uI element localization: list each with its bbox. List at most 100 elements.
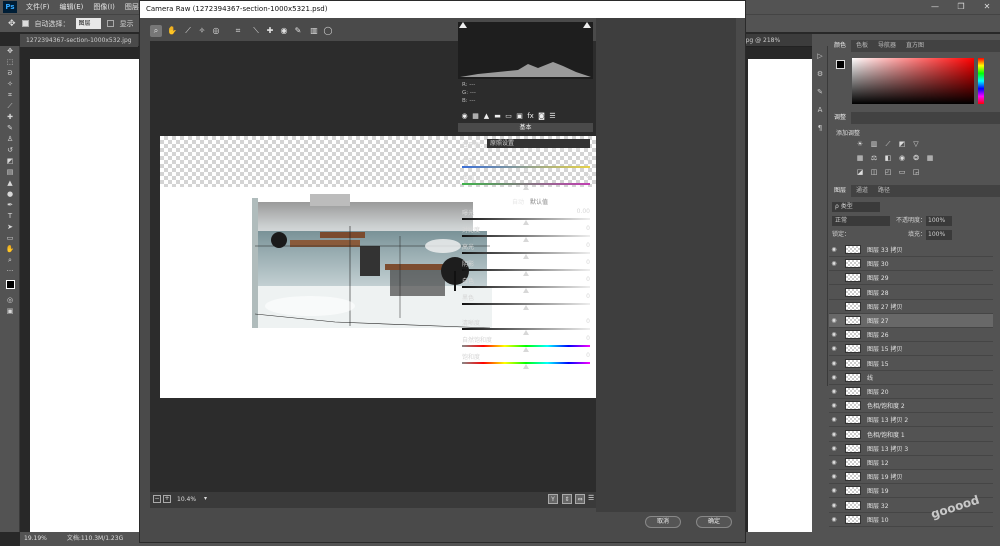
screen-mode-icon[interactable]: ▣: [0, 306, 20, 317]
slider-value[interactable]: 0: [560, 173, 590, 180]
eraser-icon[interactable]: ◩: [0, 156, 20, 167]
layer-row[interactable]: 图层 28: [829, 286, 993, 300]
swap-settings-icon[interactable]: ⇕: [562, 494, 572, 504]
slider-thumb[interactable]: [523, 237, 529, 242]
layer-row[interactable]: 图层 29: [829, 271, 993, 286]
quick-mask-icon[interactable]: ◎: [0, 295, 20, 306]
slider-value[interactable]: 0: [560, 293, 590, 300]
hue-saturation-icon[interactable]: ▦: [856, 154, 864, 162]
visibility-eye-icon[interactable]: ◉: [829, 487, 839, 494]
layer-row[interactable]: ◉ 图层 13 拷贝 3: [829, 442, 993, 456]
properties-icon[interactable]: ⚙: [812, 70, 828, 82]
slider-thumb[interactable]: [523, 288, 529, 293]
vibrance-icon[interactable]: ▽: [912, 140, 920, 148]
brightness-icon[interactable]: ☀: [856, 140, 864, 148]
tone-curve-icon[interactable]: ▦: [471, 111, 480, 122]
zoom-tool-icon[interactable]: ⌕: [150, 25, 162, 37]
tab-channels[interactable]: 通道: [851, 185, 873, 197]
brush-preset-icon[interactable]: ✎: [812, 88, 828, 100]
slider-value[interactable]: 0: [560, 276, 590, 283]
slider-thumb[interactable]: [523, 254, 529, 259]
layer-row[interactable]: ◉ 图层 19 拷贝: [829, 470, 993, 485]
visibility-eye-icon[interactable]: ◉: [829, 388, 839, 395]
layer-row[interactable]: ◉ 图层 15: [829, 357, 993, 371]
straighten-tool-icon[interactable]: ⟍: [250, 25, 262, 37]
fx-icon[interactable]: fx: [526, 111, 535, 122]
type-icon[interactable]: T: [0, 211, 20, 222]
slider-thumb[interactable]: [523, 364, 529, 369]
adjustment-brush-icon[interactable]: ✎: [292, 25, 304, 37]
history-brush-icon[interactable]: ↺: [0, 145, 20, 156]
visibility-eye-icon[interactable]: ◉: [829, 445, 839, 452]
slider-thumb[interactable]: [523, 330, 529, 335]
show-transform-checkbox[interactable]: [106, 20, 114, 27]
move-icon[interactable]: ✥: [0, 46, 20, 57]
paragraph-icon[interactable]: ¶: [812, 124, 828, 136]
slider-thumb[interactable]: [523, 168, 529, 173]
layer-row[interactable]: ◉ 色相/饱和度 2: [829, 399, 993, 414]
white-balance-tool-icon[interactable]: ⟋: [182, 25, 194, 37]
invert-icon[interactable]: ◪: [856, 168, 864, 176]
auto-button[interactable]: 自动: [512, 197, 524, 206]
layer-row[interactable]: ◉ 图层 27: [829, 314, 993, 328]
slider-thumb[interactable]: [523, 220, 529, 225]
character-icon[interactable]: A: [812, 106, 828, 118]
lasso-icon[interactable]: ᘐ: [0, 68, 20, 79]
photo-filter-icon[interactable]: ◉: [898, 154, 906, 162]
crop-tool-icon[interactable]: ⌗: [232, 25, 244, 37]
visibility-eye-icon[interactable]: ◉: [829, 345, 839, 352]
visibility-eye-icon[interactable]: ◉: [829, 374, 839, 381]
visibility-eye-icon[interactable]: ◉: [829, 260, 839, 267]
zoom-icon[interactable]: ⌕: [0, 255, 20, 266]
posterize-icon[interactable]: ◫: [870, 168, 878, 176]
color-sampler-icon[interactable]: ✧: [196, 25, 208, 37]
visibility-eye-icon[interactable]: ◉: [829, 516, 839, 523]
threshold-icon[interactable]: ◰: [884, 168, 892, 176]
menu-edit[interactable]: 编辑(E): [60, 2, 84, 12]
history-icon[interactable]: ▷: [812, 52, 828, 64]
eyedropper-icon[interactable]: ⟋: [0, 101, 20, 112]
visibility-eye-icon[interactable]: ◉: [829, 360, 839, 367]
hand-tool-icon[interactable]: ✋: [166, 25, 178, 37]
before-after-y-icon[interactable]: Y: [548, 494, 558, 504]
color-swatches-icon[interactable]: [0, 277, 20, 295]
slider-value[interactable]: 0: [560, 352, 590, 359]
brush-icon[interactable]: ✎: [0, 123, 20, 134]
slider-value[interactable]: 0: [560, 156, 590, 163]
visibility-eye-icon[interactable]: ◉: [829, 331, 839, 338]
slider-thumb[interactable]: [523, 305, 529, 310]
layer-row[interactable]: ◉ 图层 30: [829, 257, 993, 272]
color-lookup-icon[interactable]: ▦: [926, 154, 934, 162]
channel-mixer-icon[interactable]: ❂: [912, 154, 920, 162]
magic-wand-icon[interactable]: ✧: [0, 79, 20, 90]
detail-icon[interactable]: ▲: [482, 111, 491, 122]
auto-select-dropdown[interactable]: 图层: [75, 18, 101, 29]
blur-icon[interactable]: ▲: [0, 178, 20, 189]
zoom-dropdown-icon[interactable]: ▾: [204, 495, 207, 502]
slider-value[interactable]: 0: [560, 242, 590, 249]
opacity-input[interactable]: 100%: [926, 216, 952, 226]
levels-icon[interactable]: ▥: [870, 140, 878, 148]
minimize-icon[interactable]: —: [922, 0, 948, 14]
hsl-icon[interactable]: ▬: [493, 111, 502, 122]
layer-row[interactable]: ◉ 线: [829, 371, 993, 385]
shape-icon[interactable]: ▭: [0, 233, 20, 244]
tab-active-document[interactable]: 1272394367-section-1000x532.jpg: [20, 34, 138, 47]
gradient-icon[interactable]: ▤: [0, 167, 20, 178]
marquee-icon[interactable]: ⬚: [0, 57, 20, 68]
selective-color-icon[interactable]: ◲: [912, 168, 920, 176]
layer-row[interactable]: ◉ 图层 33 拷贝: [829, 243, 993, 257]
layer-row[interactable]: ◉ 图层 12: [829, 456, 993, 470]
gradient-map-icon[interactable]: ▭: [898, 168, 906, 176]
crop-icon[interactable]: ⌗: [0, 90, 20, 101]
path-select-icon[interactable]: ➤: [0, 222, 20, 233]
spot-removal-icon[interactable]: ✚: [264, 25, 276, 37]
tab-adjustments[interactable]: 调整: [829, 112, 852, 124]
exposure-icon[interactable]: ◩: [898, 140, 906, 148]
radial-filter-icon[interactable]: ◯: [322, 25, 334, 37]
image-preview[interactable]: [150, 41, 596, 492]
tab-layers[interactable]: 图层: [829, 185, 852, 197]
tab-swatches[interactable]: 色板: [851, 40, 873, 52]
fill-input[interactable]: 100%: [926, 230, 952, 240]
menu-file[interactable]: 文件(F): [26, 2, 50, 12]
